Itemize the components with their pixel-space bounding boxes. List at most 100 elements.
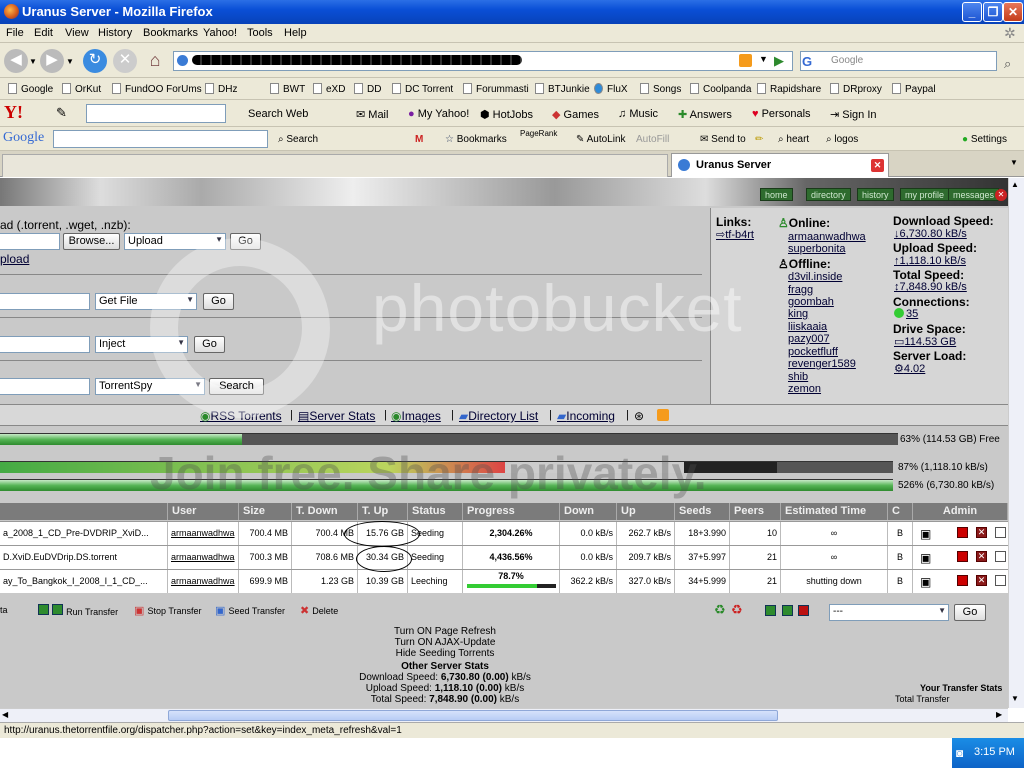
bookmark-item[interactable]: Paypal <box>892 83 936 95</box>
column-header[interactable]: Up <box>617 503 675 520</box>
bookmark-item[interactable]: Coolpanda <box>690 83 751 95</box>
my-yahoo-button[interactable]: ● My Yahoo! <box>408 108 469 120</box>
menu-tools[interactable]: Tools <box>247 27 273 39</box>
offline-user[interactable]: d3vil.inside <box>788 271 842 283</box>
offline-user[interactable]: liiskaaia <box>788 321 827 333</box>
send-to-button[interactable]: ✉ Send to <box>700 134 746 145</box>
bookmark-item[interactable]: FundOO ForUms <box>112 83 202 95</box>
column-header[interactable]: User <box>168 503 239 520</box>
upload-file-input[interactable] <box>0 233 60 250</box>
stop-all-icon[interactable] <box>798 605 809 616</box>
stop-transfer-button[interactable]: ▣ Stop Transfer <box>134 604 202 617</box>
offline-user[interactable]: king <box>788 308 808 320</box>
games-button[interactable]: ◆ Games <box>552 108 599 121</box>
link-item[interactable]: ⇨tf-b4rt <box>716 228 754 241</box>
tab-close-icon[interactable]: ✕ <box>871 159 884 172</box>
home-icon[interactable]: ⌂ <box>143 49 167 73</box>
hide-seeding-link[interactable]: Hide Seeding Torrents <box>0 648 890 659</box>
back-icon[interactable]: ◀ <box>4 49 28 73</box>
bookmark-item[interactable]: DD <box>354 83 381 95</box>
autolink-button[interactable]: ✎ AutoLink <box>576 134 626 145</box>
logos-search-button[interactable]: ⌕ logos <box>826 134 858 145</box>
stop-icon[interactable] <box>957 527 968 538</box>
bookmark-item[interactable]: DHz <box>205 83 237 95</box>
bookmark-item[interactable]: FluX <box>594 83 628 95</box>
menu-history[interactable]: History <box>98 27 132 39</box>
bookmark-item[interactable]: Forummasti <box>463 83 529 95</box>
page-refresh-link[interactable]: Turn ON Page Refresh <box>0 626 890 637</box>
tab-uranus-server[interactable]: Uranus Server ✕ <box>671 153 889 177</box>
google-bookmarks-button[interactable]: ☆ Bookmarks <box>445 134 507 145</box>
reload-icon[interactable]: ↻ <box>83 49 107 73</box>
seed-transfer-button[interactable]: ▣ Seed Transfer <box>215 604 285 617</box>
bookmark-item[interactable]: BTJunkie <box>535 83 590 95</box>
row-checkbox[interactable] <box>995 551 1006 562</box>
column-header[interactable]: Down <box>560 503 617 520</box>
torrent-search-input[interactable] <box>0 378 90 395</box>
column-header[interactable]: Seeds <box>675 503 730 520</box>
tab-list-icon[interactable]: ▼ <box>1010 158 1018 167</box>
bookmark-item[interactable]: Rapidshare <box>757 83 821 95</box>
details-icon[interactable]: ▣ <box>920 527 931 541</box>
images-link[interactable]: ◉Images <box>391 409 441 423</box>
torrent-user[interactable]: armaanwadhwa <box>168 570 239 593</box>
column-header[interactable]: Status <box>408 503 463 520</box>
settings-button[interactable]: ● Settings <box>962 134 1007 145</box>
offline-user[interactable]: goombah <box>788 296 834 308</box>
offline-user[interactable]: fragg <box>788 284 813 296</box>
row-checkbox[interactable] <box>995 575 1006 586</box>
menu-edit[interactable]: Edit <box>34 27 53 39</box>
go-arrow-icon[interactable]: ▶ <box>774 53 784 69</box>
url-dropdown-icon[interactable]: ▼ <box>759 54 768 64</box>
offline-user[interactable]: zemon <box>788 383 821 395</box>
sign-in-button[interactable]: ⇥ Sign In <box>830 108 877 121</box>
stat-value[interactable]: ↓6,730.80 kB/s <box>894 228 967 240</box>
horizontal-scroll-thumb[interactable] <box>168 710 778 721</box>
close-button[interactable]: ✕ <box>1003 2 1023 22</box>
bookmark-item[interactable]: DC Torrent <box>392 83 453 95</box>
server-stats-link[interactable]: ▤Server Stats <box>298 409 375 423</box>
bulk-action-select[interactable]: --- <box>829 604 949 621</box>
incoming-link[interactable]: ▰Incoming <box>557 409 615 423</box>
google-logo[interactable]: Google <box>3 130 44 146</box>
column-header[interactable]: C <box>888 503 913 520</box>
offline-user[interactable]: shib <box>788 371 808 383</box>
maximize-button[interactable]: ❐ <box>983 2 1003 22</box>
yahoo-mail-button[interactable]: ✉ Mail <box>356 108 388 121</box>
recycle-icon[interactable]: ♻ <box>714 602 726 618</box>
trash-icon[interactable]: ♻ <box>731 602 743 618</box>
music-button[interactable]: ♫ Music <box>618 108 658 120</box>
resume-all-icon[interactable] <box>782 605 793 616</box>
delete-icon[interactable]: ✕ <box>976 551 987 562</box>
torrent-name[interactable]: ay_To_Bangkok_I_2008_I_1_CD_... <box>0 570 168 593</box>
yahoo-search-input[interactable] <box>86 104 226 123</box>
forward-dropdown-icon[interactable]: ▼ <box>66 57 74 66</box>
yahoo-logo-icon[interactable]: Y! <box>4 102 23 123</box>
online-user[interactable]: armaanwadhwa <box>788 231 866 243</box>
personals-button[interactable]: ♥ Personals <box>752 108 811 120</box>
menu-help[interactable]: Help <box>284 27 307 39</box>
bookmark-item[interactable]: eXD <box>313 83 345 95</box>
scroll-down-icon[interactable]: ▼ <box>1011 694 1019 703</box>
url-bar[interactable]: ▼ ▶ <box>173 51 793 71</box>
stop-icon[interactable]: ✕ <box>113 49 137 73</box>
delete-icon[interactable]: ✕ <box>976 527 987 538</box>
nav-directory[interactable]: directory <box>806 188 851 201</box>
highlighter-icon[interactable]: ✏ <box>755 134 763 145</box>
search-input[interactable]: Google <box>800 51 997 71</box>
bookmark-item[interactable]: OrKut <box>62 83 101 95</box>
nav-messages[interactable]: messages <box>948 188 1000 201</box>
google-search-engine-icon[interactable]: G <box>802 54 812 69</box>
nav-home[interactable]: home <box>760 188 793 201</box>
heart-search-button[interactable]: ⌕ heart <box>778 134 809 145</box>
upload-link[interactable]: pload <box>0 252 29 266</box>
back-dropdown-icon[interactable]: ▼ <box>29 57 37 66</box>
stat-value[interactable]: ⚙4.02 <box>894 362 925 375</box>
getfile-url-input[interactable] <box>0 293 90 310</box>
stat-value[interactable]: ↑1,118.10 kB/s <box>894 255 966 267</box>
offline-user[interactable]: pocketfluff <box>788 346 838 358</box>
bookmark-item[interactable]: Google <box>8 83 53 95</box>
pencil-icon[interactable]: ✎ <box>56 105 67 121</box>
nav-history[interactable]: history <box>857 188 894 201</box>
scroll-right-icon[interactable]: ▶ <box>996 710 1002 719</box>
